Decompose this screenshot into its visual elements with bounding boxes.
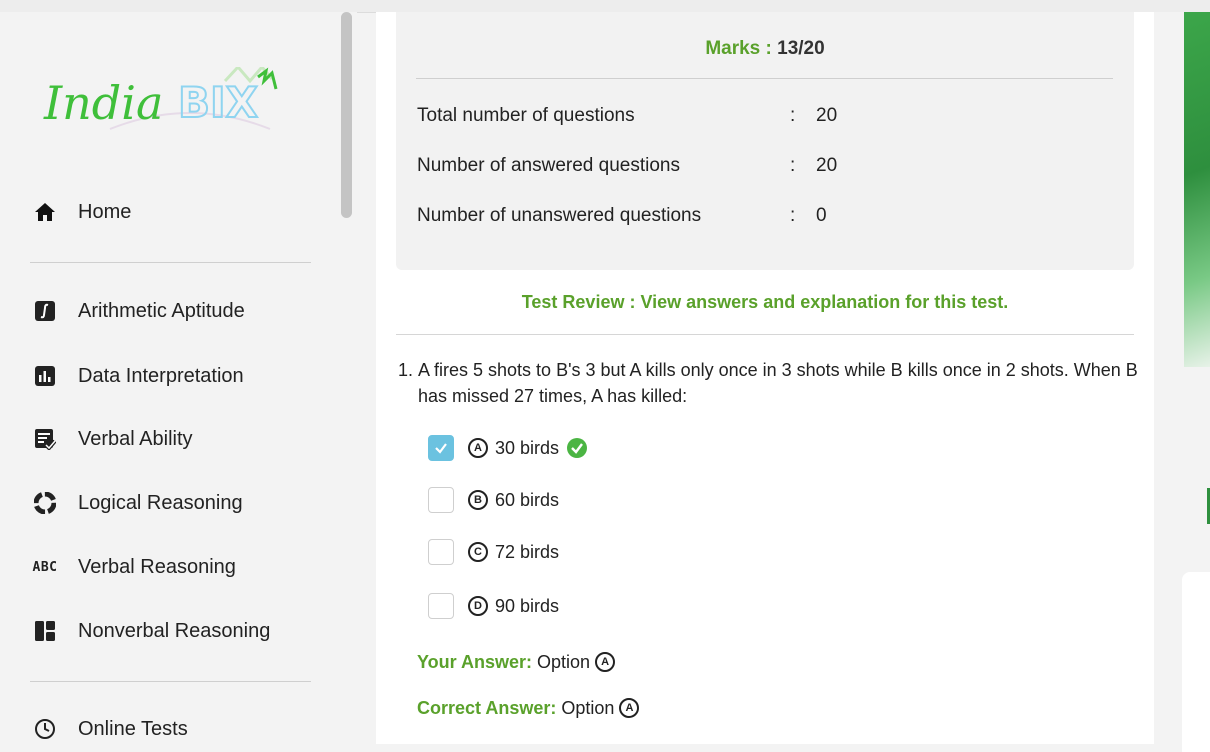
marks-heading: Marks : 13/20 (396, 38, 1134, 60)
option-text: 30 birds (495, 437, 560, 458)
stat-label: Total number of questions (417, 105, 635, 126)
abc-glyph: ABC (32, 559, 58, 575)
sidebar-item-label: Nonverbal Reasoning (78, 619, 271, 642)
sidebar-item-label: Home (78, 200, 132, 223)
correct-answer-line: Correct Answer: Option A (417, 694, 646, 722)
sidebar-divider (30, 681, 311, 682)
sidebar-item-label: Verbal Reasoning (78, 555, 236, 578)
correct-check-icon (567, 438, 588, 458)
your-answer-value: Option (537, 651, 591, 672)
option-c-checkbox[interactable] (428, 539, 454, 565)
option-text: 90 birds (495, 595, 560, 616)
clock-icon (32, 716, 58, 742)
your-answer-letter-badge: A (595, 652, 616, 672)
option-d[interactable]: D 90 birds (428, 592, 559, 620)
layout-icon (32, 618, 58, 644)
advertisement-banner[interactable] (1184, 12, 1210, 367)
your-answer-label: Your Answer: (417, 651, 533, 672)
document-check-icon (32, 426, 58, 452)
option-a-checkbox[interactable] (428, 435, 454, 461)
checkmark-icon (435, 443, 447, 454)
sidebar-item-logical-reasoning[interactable]: Logical Reasoning (32, 487, 243, 519)
option-letter-badge: C (468, 542, 488, 562)
correct-answer-label: Correct Answer: (417, 697, 557, 718)
main-content: Marks : 13/20 Total number of questions … (376, 12, 1154, 744)
stat-value: 20 (816, 155, 838, 176)
stat-value: 0 (816, 205, 827, 226)
your-answer-line: Your Answer: Option A (417, 648, 622, 676)
option-c[interactable]: C 72 birds (428, 538, 559, 566)
integral-icon (32, 298, 58, 324)
bar-chart-icon (32, 363, 58, 389)
sidebar-item-arithmetic-aptitude[interactable]: Arithmetic Aptitude (32, 295, 245, 327)
question-text-block: 1. A fires 5 shots to B's 3 but A kills … (398, 357, 1138, 409)
correct-answer-letter-badge: A (619, 698, 640, 718)
correct-answer-value: Option (561, 697, 615, 718)
sidebar-item-verbal-reasoning[interactable]: ABC Verbal Reasoning (32, 551, 236, 583)
stat-value: 20 (816, 105, 838, 126)
option-text: 72 birds (495, 541, 560, 562)
sidebar-item-label: Data Interpretation (78, 364, 244, 387)
side-card (1182, 572, 1210, 752)
stat-colon: : (790, 205, 796, 226)
question-text: A fires 5 shots to B's 3 but A kills onl… (418, 360, 1138, 406)
logo-graphic: India BIX (43, 67, 278, 130)
sidebar-item-verbal-ability[interactable]: Verbal Ability (32, 423, 193, 455)
svg-text:India: India (43, 76, 163, 130)
stat-colon: : (790, 105, 796, 126)
sidebar-item-label: Verbal Ability (78, 427, 193, 450)
option-text: 60 birds (495, 489, 560, 510)
stat-label: Number of answered questions (417, 155, 680, 176)
stat-row-total: Total number of questions : 20 (417, 103, 837, 129)
marks-label: Marks : (705, 38, 772, 59)
sidebar-divider (30, 262, 311, 263)
indiabix-logo[interactable]: India BIX (40, 67, 310, 147)
stat-row-answered: Number of answered questions : 20 (417, 153, 837, 179)
option-b[interactable]: B 60 birds (428, 486, 559, 514)
stat-label: Number of unanswered questions (417, 205, 702, 226)
svg-text:BIX: BIX (178, 78, 258, 127)
stat-row-unanswered: Number of unanswered questions : 0 (417, 203, 827, 229)
right-ad-column (1154, 12, 1210, 752)
question-number: 1. (398, 360, 414, 380)
sidebar-item-label: Arithmetic Aptitude (78, 299, 245, 322)
review-divider (396, 334, 1134, 335)
marks-value: 13/20 (777, 38, 825, 59)
sidebar-item-label: Logical Reasoning (78, 491, 243, 514)
score-summary-panel: Marks : 13/20 Total number of questions … (396, 12, 1134, 270)
sidebar: India BIX Home Arithmetic Aptitude Data … (0, 12, 357, 744)
home-icon (32, 199, 58, 225)
option-letter-badge: D (468, 596, 488, 616)
test-review-link[interactable]: Test Review : View answers and explanati… (376, 292, 1154, 313)
abc-icon: ABC (32, 554, 58, 580)
sidebar-item-data-interpretation[interactable]: Data Interpretation (32, 360, 244, 392)
option-b-checkbox[interactable] (428, 487, 454, 513)
stat-colon: : (790, 155, 796, 176)
summary-divider (416, 78, 1113, 79)
option-letter-badge: B (468, 490, 488, 510)
sidebar-item-online-tests[interactable]: Online Tests (32, 713, 188, 745)
option-d-checkbox[interactable] (428, 593, 454, 619)
puzzle-icon (32, 490, 58, 516)
sidebar-item-home[interactable]: Home (32, 196, 131, 228)
option-letter-badge: A (468, 438, 488, 458)
sidebar-scrollbar[interactable] (341, 12, 352, 218)
sidebar-item-nonverbal-reasoning[interactable]: Nonverbal Reasoning (32, 615, 270, 647)
option-a[interactable]: A 30 birds (428, 434, 588, 462)
sidebar-item-label: Online Tests (78, 717, 188, 740)
